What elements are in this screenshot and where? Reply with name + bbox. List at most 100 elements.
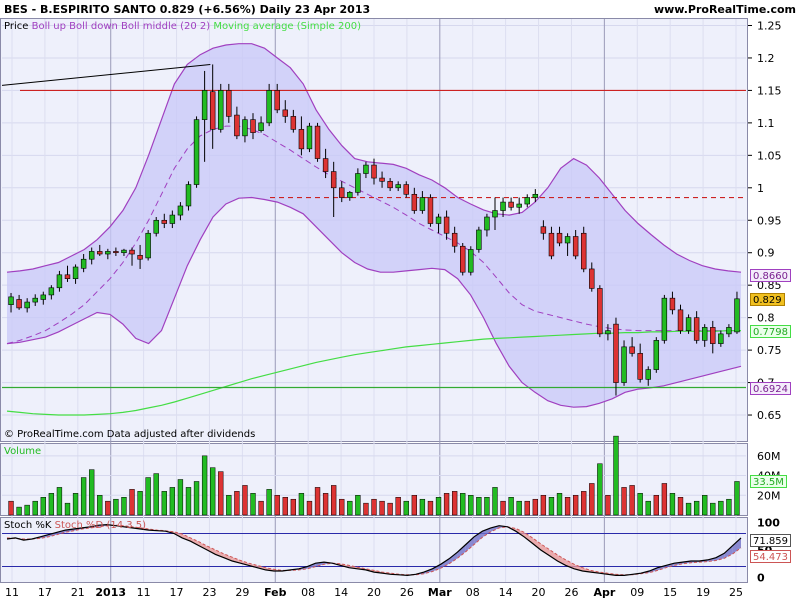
time-tick-label: 17 bbox=[170, 586, 184, 599]
candle-body bbox=[492, 210, 498, 218]
time-tick-label: 14 bbox=[499, 586, 513, 599]
volume-bar bbox=[411, 495, 417, 516]
candle-body bbox=[411, 193, 418, 211]
candle-body bbox=[24, 301, 30, 309]
price-tick-label: 1.2 bbox=[757, 52, 775, 65]
time-tick-label: 17 bbox=[38, 586, 52, 599]
value-tag-ma: 0.7798 bbox=[750, 324, 791, 338]
time-tick-label: 21 bbox=[71, 586, 85, 599]
candle-body bbox=[476, 229, 482, 250]
legend-volume: Volume bbox=[4, 446, 42, 457]
volume-bar bbox=[403, 500, 409, 516]
candle-body bbox=[701, 327, 708, 341]
candle-body bbox=[580, 232, 587, 270]
volume-bar bbox=[677, 497, 684, 516]
time-tick-label: 19 bbox=[696, 586, 710, 599]
volume-bar bbox=[129, 489, 135, 516]
time-tick-label: 23 bbox=[202, 586, 216, 599]
candle-body bbox=[637, 353, 643, 380]
candle-body bbox=[201, 90, 208, 120]
chart-canvas: 0.650.70.750.80.850.90.9511.051.11.151.2… bbox=[1, 19, 782, 599]
candle-body bbox=[556, 232, 563, 244]
volume-bar bbox=[40, 497, 46, 516]
volume-tag: 33.5M bbox=[750, 475, 787, 489]
candle-body bbox=[266, 90, 272, 124]
legend-price: Price bbox=[4, 21, 29, 32]
time-tick-label: 20 bbox=[532, 586, 546, 599]
candle-body bbox=[153, 219, 159, 234]
candle-body bbox=[661, 297, 668, 341]
candle-body bbox=[64, 274, 71, 279]
candle-body bbox=[226, 90, 232, 117]
legend-bollinger: Boll up Boll down Boll middle (20 2) bbox=[31, 21, 211, 32]
volume-bar bbox=[629, 485, 635, 516]
time-tick-label: 26 bbox=[564, 586, 578, 599]
candle-body bbox=[629, 346, 635, 354]
candle-body bbox=[185, 184, 192, 207]
volume-bar bbox=[387, 502, 393, 516]
volume-bar bbox=[322, 493, 329, 516]
candle-body bbox=[613, 323, 619, 383]
candle-body bbox=[572, 236, 579, 257]
volume-bar bbox=[64, 502, 71, 516]
price-tick-label: 1.25 bbox=[757, 19, 782, 32]
volume-bar bbox=[653, 495, 659, 516]
volume-bar bbox=[56, 487, 63, 516]
candle-body bbox=[734, 298, 740, 333]
candle-body bbox=[40, 294, 47, 300]
volume-bar bbox=[363, 502, 369, 516]
volume-bar bbox=[645, 500, 651, 516]
volume-bar bbox=[234, 491, 240, 516]
volume-bar bbox=[137, 491, 143, 516]
price-tick-label: 1 bbox=[757, 182, 764, 195]
candle-body bbox=[169, 214, 176, 224]
candle-body bbox=[379, 177, 385, 182]
candle-body bbox=[113, 251, 119, 254]
time-tick-label: Apr bbox=[593, 586, 615, 599]
candle-body bbox=[484, 216, 490, 231]
volume-bar bbox=[290, 498, 297, 516]
volume-bar bbox=[718, 500, 724, 516]
candle-body bbox=[677, 309, 684, 331]
volume-bar bbox=[427, 500, 434, 516]
stoch-legend: Stoch %K Stoch %D (14 3 5) bbox=[4, 520, 146, 531]
volume-bar bbox=[548, 497, 555, 516]
candle-body bbox=[330, 171, 337, 189]
volume-bar bbox=[508, 497, 514, 516]
candle-body bbox=[371, 164, 377, 179]
volume-bar bbox=[532, 498, 538, 516]
legend-stoch-k: Stoch %K bbox=[4, 520, 52, 531]
volume-bar bbox=[460, 493, 466, 516]
volume-bar bbox=[24, 504, 30, 516]
time-tick-label: 09 bbox=[630, 586, 644, 599]
candle-body bbox=[234, 114, 240, 137]
volume-bar bbox=[193, 481, 200, 516]
volume-bar bbox=[89, 469, 95, 516]
volume-bar bbox=[395, 497, 401, 516]
volume-bar bbox=[661, 483, 668, 516]
candle-body bbox=[419, 197, 426, 211]
volume-tick-label: 60M bbox=[757, 450, 781, 463]
volume-bar bbox=[484, 497, 490, 516]
price-tick-label: 0.65 bbox=[757, 409, 782, 422]
candle-body bbox=[339, 187, 345, 198]
volume-bar bbox=[8, 500, 14, 516]
volume-bar bbox=[710, 502, 716, 516]
candle-body bbox=[306, 125, 313, 150]
volume-bar bbox=[48, 493, 55, 516]
legend-stoch-d: Stoch %D (14 3 5) bbox=[54, 520, 147, 531]
candle-body bbox=[258, 122, 264, 131]
volume-bar bbox=[201, 455, 208, 516]
copyright-note: © ProRealTime.com Data adjusted after di… bbox=[4, 429, 256, 440]
stoch-fill-segment bbox=[540, 543, 550, 556]
volume-bar bbox=[80, 477, 87, 516]
candle-body bbox=[500, 201, 506, 211]
volume-bar bbox=[250, 493, 256, 516]
price-tick-label: 1.15 bbox=[757, 84, 782, 97]
stoch-tick-label: 0 bbox=[757, 572, 765, 585]
time-tick-label: 11 bbox=[5, 586, 19, 599]
volume-bar bbox=[556, 493, 563, 516]
volume-bar bbox=[210, 467, 216, 516]
candle-body bbox=[540, 226, 547, 234]
legend-ma200: Moving average (Simple 200) bbox=[213, 21, 361, 32]
